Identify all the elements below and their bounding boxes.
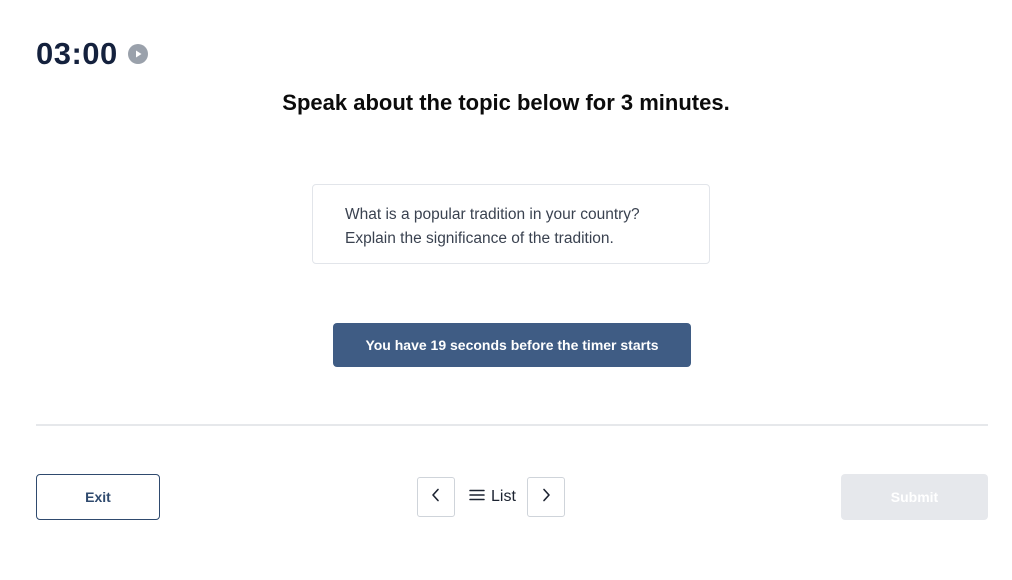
timer-display: 03:00 [36,36,118,71]
hamburger-icon [469,488,485,506]
chevron-right-icon [540,488,552,507]
page-title: Speak about the topic below for 3 minute… [282,90,730,115]
chevron-left-icon [430,488,442,507]
play-icon[interactable] [127,44,148,64]
submit-button[interactable]: Submit [841,474,988,520]
prompt-line: What is a popular tradition in your coun… [345,206,640,223]
topic-prompt-card: What is a popular tradition in your coun… [312,184,710,264]
divider [36,424,988,426]
next-button[interactable] [526,477,565,517]
list-label: List [491,488,516,505]
question-navigation: List [417,477,565,517]
countdown-banner: You have 19 seconds before the timer sta… [333,323,691,367]
speaking-test-page: 03:00 Speak about the topic below for 3 … [0,0,1012,580]
timer: 03:00 [36,36,148,72]
exit-button[interactable]: Exit [36,474,160,520]
list-button[interactable]: List [455,477,527,517]
previous-button[interactable] [417,477,455,517]
prompt-line: Explain the significance of the traditio… [345,230,614,247]
